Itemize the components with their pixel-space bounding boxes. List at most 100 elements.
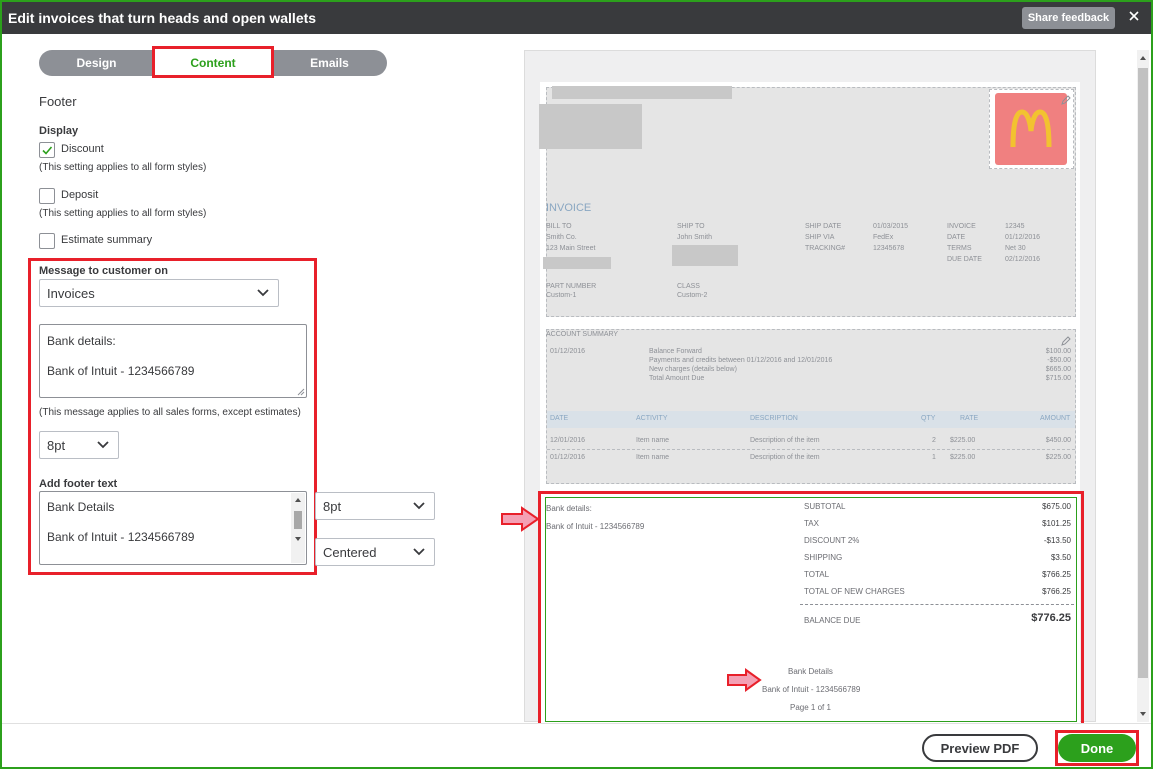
close-icon[interactable]: [1127, 9, 1141, 23]
summary-item-label: New charges (details below): [649, 366, 737, 373]
table-cell-qty: 2: [932, 437, 936, 444]
total-label-shipping: SHIPPING: [804, 553, 843, 562]
meta-value-tracking: 12345678: [873, 245, 905, 252]
discount-checkbox[interactable]: [39, 142, 55, 158]
done-button[interactable]: Done: [1058, 734, 1136, 762]
resize-handle-icon[interactable]: [297, 388, 305, 396]
redacted-bill-to: [543, 257, 611, 269]
redacted-company-name: [552, 86, 732, 99]
class-value: Custom-2: [677, 292, 708, 299]
table-header-description: DESCRIPTION: [750, 415, 798, 422]
table-header-row: [547, 411, 1075, 428]
preview-footer-line-2: Bank of Intuit - 1234566789: [762, 685, 861, 694]
message-heading: Message to customer on: [39, 265, 168, 277]
annotation-arrow-message-icon: [501, 506, 540, 532]
meta2-value-terms: Net 30: [1005, 245, 1026, 252]
table-cell-rate: $225.00: [950, 454, 976, 461]
title-bar: Edit invoices that turn heads and open w…: [2, 2, 1151, 34]
footer-text-heading: Add footer text: [39, 478, 118, 490]
total-value-discount: -$13.50: [1043, 536, 1071, 545]
total-value-new-charges: $766.25: [1042, 587, 1071, 596]
share-feedback-button[interactable]: Share feedback: [1022, 7, 1115, 29]
annotation-arrow-footer-icon: [727, 668, 762, 692]
total-value-shipping: $3.50: [1050, 553, 1071, 562]
summary-item-label: Total Amount Due: [649, 375, 705, 382]
scroll-up-icon[interactable]: [291, 494, 305, 506]
preview-footer-line-1: Bank Details: [788, 667, 833, 676]
footer-line-1: Bank Details: [47, 500, 115, 514]
total-label-subtotal: SUBTOTAL: [804, 502, 846, 511]
class-label: CLASS: [677, 283, 700, 290]
meta-label-tracking: TRACKING#: [805, 245, 846, 252]
scroll-down-icon[interactable]: [291, 533, 305, 545]
edit-logo-pencil-icon[interactable]: [1060, 94, 1072, 106]
chevron-down-icon: [413, 548, 425, 556]
part-number-value: Custom-1: [546, 292, 577, 299]
meta-value-ship-via: FedEx: [873, 234, 894, 241]
discount-label: Discount: [61, 143, 104, 155]
footer-line-2: Bank of Intuit - 1234566789: [47, 530, 195, 544]
redacted-ship-to: [672, 245, 738, 266]
deposit-checkbox[interactable]: [39, 188, 55, 204]
message-font-size-select[interactable]: 8pt: [39, 431, 119, 459]
scroll-thumb[interactable]: [294, 511, 302, 529]
total-value-tax: $101.25: [1042, 519, 1071, 528]
table-header-activity: ACTIVITY: [636, 415, 668, 422]
window-title: Edit invoices that turn heads and open w…: [8, 10, 317, 26]
table-cell-amount: $450.00: [1045, 437, 1071, 444]
table-cell-description: Description of the item: [750, 437, 820, 444]
meta2-value-invoice: 12345: [1005, 223, 1025, 230]
meta2-value-due-date: 02/12/2016: [1005, 256, 1041, 263]
meta2-label-invoice: INVOICE: [947, 223, 976, 230]
preview-message-line-2: Bank of Intuit - 1234566789: [546, 522, 645, 531]
footer-alignment-value: Centered: [323, 544, 377, 560]
golden-arches-icon: [1010, 109, 1052, 148]
account-summary-label: ACCOUNT SUMMARY: [546, 331, 619, 338]
invoice-title: INVOICE: [546, 202, 592, 214]
message-note: (This message applies to all sales forms…: [39, 407, 301, 418]
total-value-total: $766.25: [1042, 570, 1071, 579]
totals-divider: [800, 604, 1074, 605]
footer-alignment-select[interactable]: Centered: [315, 538, 435, 566]
footer-textarea[interactable]: Bank Details Bank of Intuit - 1234566789: [39, 491, 307, 565]
table-header-date: DATE: [550, 415, 569, 422]
estimate-summary-checkbox[interactable]: [39, 233, 55, 249]
estimate-summary-label: Estimate summary: [61, 234, 153, 246]
tab-design[interactable]: Design: [39, 50, 154, 76]
bill-to-label: BILL TO: [546, 223, 572, 230]
footer-font-size-select[interactable]: 8pt: [315, 492, 435, 520]
chevron-down-icon: [413, 502, 425, 510]
table-row-divider: [547, 449, 1075, 450]
tab-emails[interactable]: Emails: [272, 50, 387, 76]
tab-content[interactable]: Content: [154, 50, 272, 76]
bill-to-line1: Smith Co.: [546, 234, 577, 241]
section-title: Footer: [39, 94, 77, 109]
total-value-subtotal: $675.00: [1042, 502, 1071, 511]
table-header-amount: AMOUNT: [1040, 415, 1071, 422]
scroll-up-icon[interactable]: [1137, 52, 1149, 64]
table-cell-activity: Item name: [636, 437, 670, 444]
message-textarea[interactable]: Bank details: Bank of Intuit - 123456678…: [39, 324, 307, 398]
preview-message-line-1: Bank details:: [546, 504, 592, 513]
meta2-label-terms: TERMS: [947, 245, 972, 252]
chevron-down-icon: [97, 441, 109, 449]
preview-pdf-button[interactable]: Preview PDF: [922, 734, 1038, 762]
preview-scroll-thumb[interactable]: [1138, 68, 1148, 678]
summary-item-label: Balance Forward: [649, 348, 702, 355]
message-form-select[interactable]: Invoices: [39, 279, 279, 307]
page-number: Page 1 of 1: [790, 703, 831, 712]
summary-item-label: Payments and credits between 01/12/2016 …: [649, 357, 833, 364]
table-cell-amount: $225.00: [1045, 454, 1071, 461]
summary-item-amount: $665.00: [1045, 366, 1071, 373]
scroll-down-icon[interactable]: [1137, 708, 1149, 720]
summary-date: 01/12/2016: [550, 348, 586, 355]
edit-body-pencil-icon[interactable]: [1060, 335, 1072, 347]
message-form-value: Invoices: [47, 285, 95, 301]
meta2-value-date: 01/12/2016: [1005, 234, 1041, 241]
summary-item-amount: $100.00: [1045, 348, 1071, 355]
balance-due-value: $776.25: [1031, 612, 1071, 624]
preview-scrollbar[interactable]: [1137, 50, 1149, 722]
total-label-new-charges: TOTAL OF NEW CHARGES: [804, 587, 905, 596]
deposit-label: Deposit: [61, 189, 99, 201]
footer-textarea-scrollbar[interactable]: [291, 493, 305, 563]
